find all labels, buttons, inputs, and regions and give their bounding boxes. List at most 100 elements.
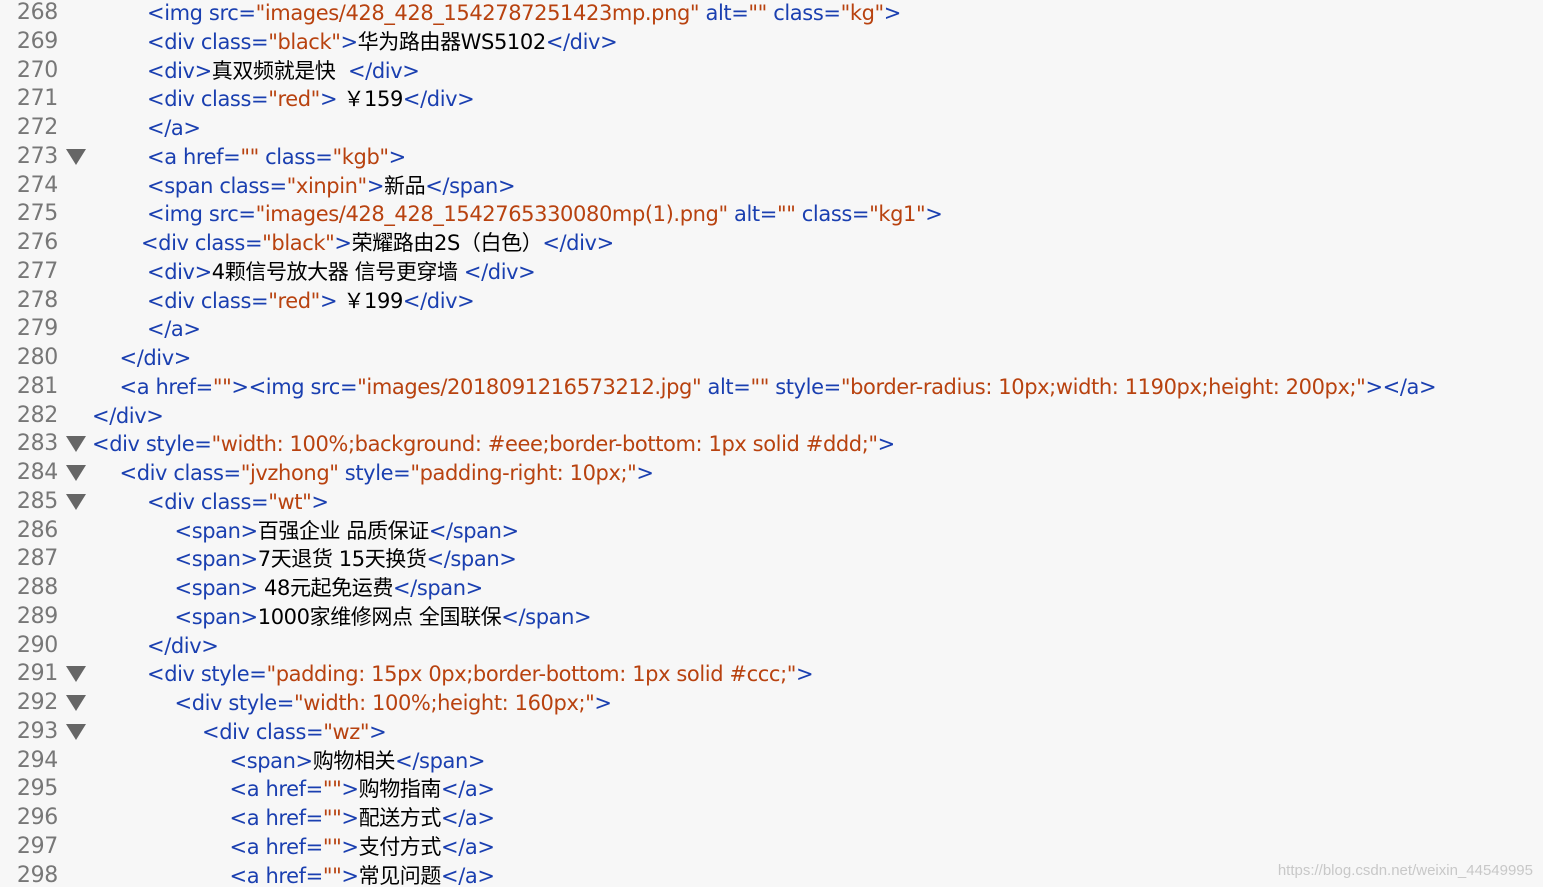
code-token-str: "kg"	[840, 1, 885, 25]
code-token-attr: class=	[194, 231, 263, 255]
code-token-tag: <div>	[147, 259, 212, 284]
code-token-tag: <a	[229, 863, 266, 887]
code-line[interactable]: 276 <div class="black">荣耀路由2S（白色）</div>	[0, 229, 1543, 258]
code-line[interactable]: 284 <div class="jvzhong" style="padding-r…	[0, 459, 1543, 488]
code-token-str: "wt"	[268, 489, 312, 514]
code-token-tag: </a>	[441, 863, 495, 887]
code-token-attr: style=	[200, 662, 267, 687]
fold-triangle-icon[interactable]	[66, 493, 86, 510]
code-line[interactable]: 289 <span>1000家维修网点 全国联保</span>	[0, 603, 1543, 632]
code-editor[interactable]: 268 <img src="images/428_428_154278725142…	[0, 0, 1543, 887]
code-line[interactable]: 290 </div>	[0, 632, 1543, 661]
code-line[interactable]: 294 <span>购物相关</span>	[0, 747, 1543, 776]
code-text: </div>	[147, 632, 219, 661]
code-line[interactable]: 271 <div class="red"> ￥159</div>	[0, 85, 1543, 114]
code-token-tag: >	[796, 662, 814, 687]
code-token-tag: ><img	[231, 374, 311, 399]
code-token-str: "padding: 15px 0px;border-bottom: 1px so…	[266, 662, 797, 687]
fold-triangle-icon[interactable]	[66, 465, 86, 481]
code-line[interactable]: 277 <div>4颗信号放大器 信号更穿墙 </div>	[0, 258, 1543, 287]
fold-triangle-icon[interactable]	[66, 666, 86, 683]
code-line[interactable]: 270 <div>真双频就是快 </div>	[0, 57, 1543, 86]
code-line[interactable]: 286 <span>百强企业 品质保证</span>	[0, 517, 1543, 546]
code-line[interactable]: 297 <a href="">支付方式</a>	[0, 833, 1543, 862]
fold-triangle-icon[interactable]	[66, 695, 86, 711]
code-token-attr: style=	[338, 461, 411, 485]
code-token-str: "kgb"	[332, 144, 390, 169]
code-token-attr: class=	[200, 29, 269, 54]
code-token-tag: <a	[229, 806, 266, 830]
code-text: <a href="">常见问题</a>	[230, 862, 495, 887]
fold-triangle-icon[interactable]	[66, 436, 86, 453]
code-line[interactable]: 283 <div style="width: 100%;background: #…	[0, 430, 1543, 459]
code-line[interactable]: 275 <img src="images/428_428_154276533008…	[0, 200, 1543, 229]
code-line[interactable]: 280 </div>	[0, 344, 1543, 373]
fold-triangle-icon[interactable]	[66, 148, 86, 165]
code-token-tag: </div>	[402, 87, 475, 112]
line-number: 293	[16, 718, 58, 744]
line-number: 294	[16, 747, 58, 773]
code-token-attr: class=	[200, 288, 269, 313]
code-token-attr: class=	[173, 461, 241, 485]
code-token-str: "padding-right: 10px;"	[410, 461, 637, 485]
code-line[interactable]: 292 <div style="width: 100%;height: 160px…	[0, 689, 1543, 718]
code-line[interactable]: 291 <div style="padding: 15px 0px;border-…	[0, 660, 1543, 689]
code-text: <div>真双频就是快 </div>	[147, 57, 420, 86]
code-line[interactable]: 281 <a href=""><img src="images/201809121…	[0, 373, 1543, 402]
code-text: <div class="black">华为路由器WS5102</div>	[147, 28, 618, 57]
code-line[interactable]: 268 <img src="images/428_428_154278725142…	[0, 0, 1543, 28]
code-token-str: "images/428_428_1542787251423mp.png"	[255, 1, 700, 25]
code-token-txt: ￥159	[343, 87, 403, 112]
code-token-tag: >	[636, 461, 654, 485]
code-line[interactable]: 296 <a href="">配送方式</a>	[0, 804, 1543, 833]
fold-triangle-icon[interactable]	[66, 723, 86, 740]
code-token-attr: href=	[265, 834, 323, 859]
code-line[interactable]: 285 <div class="wt">	[0, 488, 1543, 517]
code-token-tag: </div>	[402, 288, 475, 313]
code-token-tag: >	[341, 777, 359, 802]
code-token-tag: >	[340, 29, 358, 54]
code-token-tag: <a	[229, 777, 266, 802]
code-token-txt: 购物相关	[312, 748, 396, 773]
line-number: 270	[16, 57, 58, 83]
code-line[interactable]: 272 </a>	[0, 114, 1543, 143]
code-token-tag: </a>	[147, 116, 201, 140]
code-token-str: "red"	[268, 87, 320, 112]
code-line[interactable]: 287 <span>7天退货 15天换货</span>	[0, 545, 1543, 574]
code-token-tag: >	[369, 719, 387, 744]
code-token-tag: <div	[147, 29, 201, 54]
code-token-tag: >	[594, 691, 612, 715]
code-line[interactable]: 288 <span> 48元起免运费</span>	[0, 574, 1543, 603]
line-number: 295	[16, 776, 58, 802]
code-line[interactable]: 273 <a href="" class="kgb">	[0, 143, 1543, 172]
code-line[interactable]: 295 <a href="">购物指南</a>	[0, 775, 1543, 804]
code-text: <div class="wt">	[147, 488, 329, 517]
code-token-tag: </div>	[347, 58, 420, 83]
code-token-tag: </div>	[92, 403, 164, 428]
code-token-str: "width: 100%;background: #eee;border-bot…	[211, 432, 878, 457]
code-token-tag: </span>	[392, 576, 483, 600]
line-number: 298	[16, 862, 58, 887]
code-token-tag: </a>	[441, 806, 495, 830]
code-token-tag: <div	[202, 719, 256, 744]
code-line[interactable]: 269 <div class="black">华为路由器WS5102</div>	[0, 28, 1543, 57]
code-token-str: ""	[322, 834, 342, 859]
code-line[interactable]: 279 </a>	[0, 315, 1543, 344]
code-line[interactable]: 293 <div class="wz">	[0, 718, 1543, 747]
code-text: <span> 48元起免运费</span>	[175, 574, 484, 603]
code-token-tag: </div>	[119, 346, 192, 370]
code-text: <div class="jvzhong" style="padding-righ…	[119, 459, 655, 488]
code-token-tag: <div	[119, 461, 174, 485]
code-line[interactable]: 282 </div>	[0, 402, 1543, 431]
code-line[interactable]: 274 <span class="xinpin">新品</span>	[0, 172, 1543, 201]
code-text: <img src="images/428_428_1542765330080mp…	[147, 200, 943, 229]
line-number: 291	[16, 661, 58, 687]
code-token-attr: style=	[145, 432, 212, 457]
code-line[interactable]: 278 <div class="red"> ￥199</div>	[0, 287, 1543, 316]
line-number: 268	[16, 0, 58, 25]
line-number: 275	[16, 201, 58, 227]
code-token-tag: >	[877, 432, 896, 457]
line-number: 274	[16, 172, 58, 198]
code-text: </a>	[147, 315, 201, 344]
code-token-attr: style=	[768, 374, 841, 399]
